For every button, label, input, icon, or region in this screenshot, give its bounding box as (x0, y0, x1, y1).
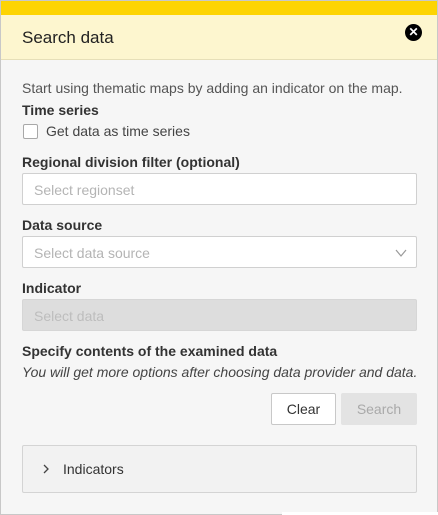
panel-title: Search data (22, 28, 114, 47)
regionset-placeholder: Select regionset (34, 182, 135, 198)
indicators-accordion-label: Indicators (63, 461, 124, 477)
search-button[interactable]: Search (341, 393, 417, 425)
regionset-select[interactable]: Select regionset (22, 173, 417, 205)
search-data-panel: Search data ✕ Start using thematic maps … (0, 0, 438, 515)
chevron-right-icon (43, 464, 49, 474)
data-source-placeholder: Select data source (34, 245, 150, 261)
indicator-label: Indicator (22, 280, 82, 296)
panel-header: Search data ✕ (1, 15, 437, 60)
data-source-label: Data source (22, 217, 103, 233)
specify-contents-label: Specify contents of the examined data (22, 343, 278, 359)
regional-filter-label: Regional division filter (optional) (22, 154, 240, 170)
intro-text: Start using thematic maps by adding an i… (22, 80, 403, 96)
time-series-checkbox[interactable] (23, 124, 38, 139)
chevron-down-icon[interactable] (394, 246, 408, 260)
indicator-placeholder: Select data (34, 308, 105, 324)
specify-contents-note: You will get more options after choosing… (22, 364, 418, 380)
data-source-select[interactable]: Select data source (22, 236, 417, 268)
close-icon[interactable]: ✕ (405, 24, 422, 41)
accent-bar (1, 1, 437, 15)
indicator-select[interactable]: Select data (22, 299, 417, 331)
time-series-label: Time series (22, 102, 99, 118)
clear-button[interactable]: Clear (271, 393, 336, 425)
time-series-checkbox-label[interactable]: Get data as time series (46, 123, 190, 139)
indicators-accordion[interactable]: Indicators (22, 445, 417, 493)
